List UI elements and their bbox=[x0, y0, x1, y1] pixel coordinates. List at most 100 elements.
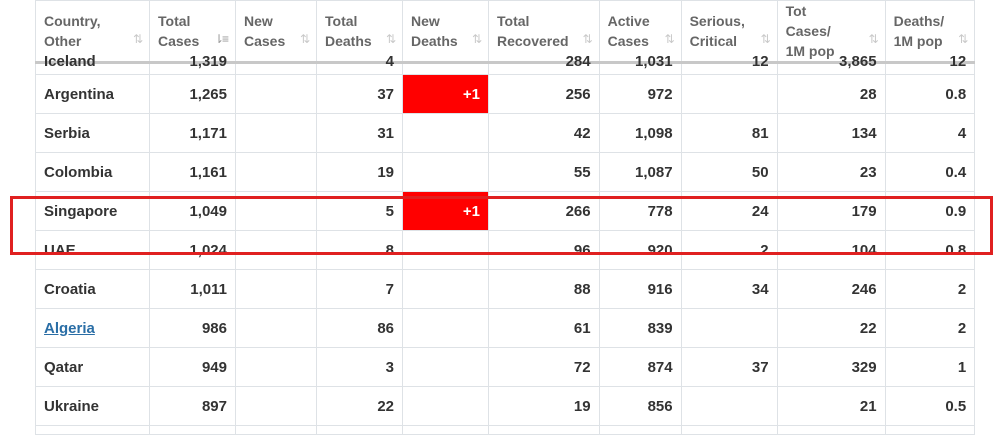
sort-icon[interactable]: ⇅ bbox=[472, 29, 482, 49]
column-header-country[interactable]: Country, Other ⇅ bbox=[35, 0, 150, 64]
country-link[interactable]: Algeria bbox=[44, 320, 95, 337]
cases-per-1m-cell: 179 bbox=[776, 191, 886, 231]
total-cases-cell: 1,049 bbox=[149, 191, 236, 231]
table-row: UAE 1,024 8 96 920 2 104 0.8 bbox=[35, 230, 976, 270]
cell-value: 1,087 bbox=[635, 163, 673, 181]
active-cases-cell: 916 bbox=[598, 269, 682, 309]
cell-value: 920 bbox=[647, 241, 673, 259]
sort-icon[interactable]: ⇅ bbox=[583, 29, 593, 49]
header-line-2: Critical bbox=[689, 33, 738, 49]
total-cases-cell: 949 bbox=[149, 347, 236, 387]
column-header-new-cases[interactable]: New Cases ⇅ bbox=[235, 0, 317, 64]
table-row-partial bbox=[35, 425, 976, 435]
column-header-total-recovered[interactable]: Total Recovered ⇅ bbox=[488, 0, 600, 64]
cell-value: 4 bbox=[957, 124, 967, 142]
sort-icon[interactable]: ⇂≡ bbox=[214, 29, 229, 49]
cell-value: 972 bbox=[647, 85, 673, 103]
cell-value: 256 bbox=[565, 85, 591, 103]
cell-value: 88 bbox=[573, 280, 591, 298]
total-deaths-cell: 5 bbox=[316, 191, 403, 231]
sort-icon[interactable]: ⇅ bbox=[386, 29, 396, 49]
header-line-2: Deaths bbox=[411, 33, 458, 49]
sort-icon[interactable]: ⇅ bbox=[665, 29, 675, 49]
table-row: Ukraine 897 22 19 856 21 0.5 bbox=[35, 386, 976, 426]
sort-icon[interactable]: ⇅ bbox=[869, 29, 879, 49]
cell-value: 8 bbox=[385, 241, 394, 259]
cases-per-1m-cell: 329 bbox=[776, 347, 886, 387]
header-line-2: Cases bbox=[158, 33, 200, 49]
total-recovered-cell: 284 bbox=[488, 54, 600, 75]
total-deaths-cell: 4 bbox=[316, 54, 403, 75]
cell-value: 28 bbox=[859, 85, 877, 103]
serious-cell: 50 bbox=[680, 152, 778, 192]
total-deaths-cell: 3 bbox=[316, 347, 403, 387]
cell-value: 96 bbox=[573, 241, 591, 259]
active-cases-cell: 874 bbox=[598, 347, 682, 387]
country-name: UAE bbox=[44, 241, 76, 259]
column-header-label: New Cases bbox=[244, 11, 308, 51]
total-deaths-cell: 37 bbox=[316, 74, 403, 114]
column-header-deaths-per-1m[interactable]: Deaths/1M pop ⇅ bbox=[884, 0, 976, 64]
sort-icon[interactable]: ⇅ bbox=[300, 29, 310, 49]
new-cases-cell bbox=[235, 113, 317, 153]
country-name: Serbia bbox=[44, 124, 90, 142]
total-recovered-cell: 19 bbox=[488, 386, 600, 426]
column-header-total-cases[interactable]: Total Cases ⇂≡ bbox=[149, 0, 236, 64]
deaths-per-1m-cell: 0.8 bbox=[884, 230, 976, 270]
total-recovered-cell: 42 bbox=[488, 113, 600, 153]
empty-cell bbox=[402, 425, 489, 435]
serious-cell: 37 bbox=[680, 347, 778, 387]
header-line-1: Serious, bbox=[689, 13, 745, 29]
total-recovered-cell: 256 bbox=[488, 74, 600, 114]
new-deaths-cell: +1 bbox=[402, 74, 489, 114]
table-row: Serbia 1,171 31 42 1,098 81 134 4 bbox=[35, 113, 976, 153]
header-line-1: Total bbox=[158, 13, 191, 29]
total-cases-cell: 1,161 bbox=[149, 152, 236, 192]
serious-cell bbox=[680, 308, 778, 348]
new-cases-cell bbox=[235, 269, 317, 309]
column-header-tot-cases-per-1m[interactable]: Tot Cases/1M pop ⇅ bbox=[776, 0, 886, 64]
total-cases-cell: 986 bbox=[149, 308, 236, 348]
sort-icon[interactable]: ⇅ bbox=[958, 29, 968, 49]
total-deaths-cell: 86 bbox=[316, 308, 403, 348]
column-header-total-deaths[interactable]: Total Deaths ⇅ bbox=[316, 0, 403, 64]
sort-icon[interactable]: ⇅ bbox=[133, 29, 143, 49]
deaths-per-1m-cell: 2 bbox=[884, 308, 976, 348]
active-cases-cell: 839 bbox=[598, 308, 682, 348]
cell-value: 1,011 bbox=[190, 280, 227, 298]
new-deaths-cell bbox=[402, 62, 489, 75]
cases-per-1m-cell: 3,865 bbox=[776, 54, 886, 75]
country-cell[interactable]: Algeria bbox=[35, 308, 150, 348]
column-header-serious-critical[interactable]: Serious, Critical ⇅ bbox=[680, 0, 778, 64]
country-cell: Croatia bbox=[35, 269, 150, 309]
column-header-new-deaths[interactable]: New Deaths ⇅ bbox=[402, 0, 489, 64]
table-header-row: Country, Other ⇅ Total Cases ⇂≡ New Cases ⇅ Total… bbox=[35, 0, 976, 64]
cell-value: 949 bbox=[201, 358, 227, 376]
header-line-2: Cases bbox=[607, 33, 649, 49]
country-cell: Colombia bbox=[35, 152, 150, 192]
cell-value: 2 bbox=[957, 280, 967, 298]
deaths-per-1m-cell: 0.5 bbox=[884, 386, 976, 426]
total-cases-cell: 1,319 bbox=[149, 54, 236, 75]
new-cases-cell bbox=[235, 386, 317, 426]
cell-value: 0.4 bbox=[945, 163, 967, 181]
cell-value: 1,265 bbox=[189, 85, 227, 103]
total-recovered-cell: 266 bbox=[488, 191, 600, 231]
cell-value: 246 bbox=[851, 280, 877, 298]
serious-cell: 12 bbox=[680, 54, 778, 75]
header-line-1: New bbox=[244, 13, 273, 29]
column-header-label: Active Cases bbox=[608, 11, 673, 51]
cases-per-1m-cell: 134 bbox=[776, 113, 886, 153]
empty-cell bbox=[149, 425, 236, 435]
total-deaths-cell: 22 bbox=[316, 386, 403, 426]
cell-value: 81 bbox=[751, 124, 769, 142]
header-line-2: Recovered bbox=[497, 33, 569, 49]
country-cell: Ukraine bbox=[35, 386, 150, 426]
serious-cell: 2 bbox=[680, 230, 778, 270]
total-recovered-cell: 96 bbox=[488, 230, 600, 270]
table-row: Algeria 986 86 61 839 22 2 bbox=[35, 308, 976, 348]
cell-value: 916 bbox=[647, 280, 673, 298]
sort-icon[interactable]: ⇅ bbox=[761, 29, 771, 49]
column-header-active-cases[interactable]: Active Cases ⇅ bbox=[598, 0, 682, 64]
cell-value: 329 bbox=[851, 358, 877, 376]
